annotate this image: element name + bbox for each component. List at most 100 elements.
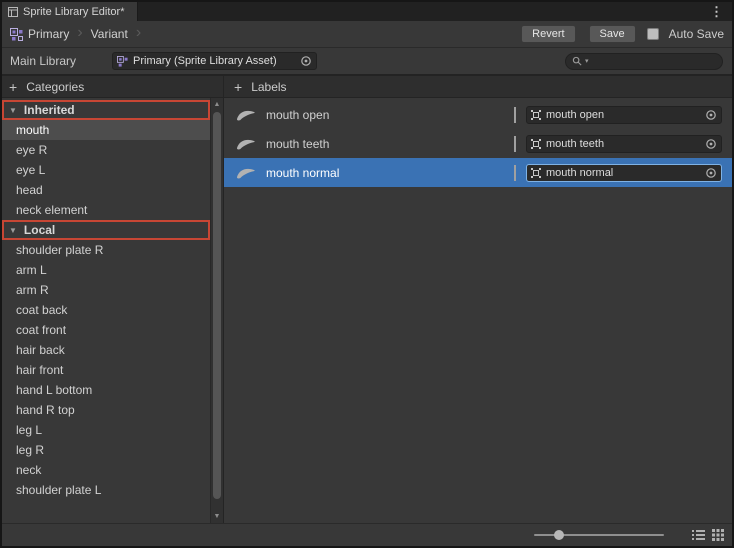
grid-view-icon-button[interactable] xyxy=(712,529,724,541)
category-label: neck element xyxy=(16,203,87,217)
sprite-object-field[interactable]: mouth normal xyxy=(526,164,722,182)
category-foldout-local[interactable]: ▼ Local xyxy=(2,220,210,240)
sprite-object-field[interactable]: mouth teeth xyxy=(526,135,722,153)
category-label: hair back xyxy=(16,343,65,357)
add-label-button[interactable]: + xyxy=(234,80,242,94)
drag-handle[interactable] xyxy=(514,136,516,152)
revert-button[interactable]: Revert xyxy=(521,25,575,43)
window-menu-button[interactable]: ⋮ xyxy=(701,2,732,21)
category-item-coat-front[interactable]: coat front xyxy=(2,320,210,340)
category-item-neck[interactable]: neck xyxy=(2,460,210,480)
category-item-arm-r[interactable]: arm R xyxy=(2,280,210,300)
sprite-library-icon xyxy=(10,28,23,41)
breadcrumb-separator-icon: › xyxy=(77,25,82,41)
sprite-library-editor-window: Sprite Library Editor* ⋮ Primary › Varia… xyxy=(0,0,734,548)
panel-headers: + Categories + Labels xyxy=(2,76,732,98)
category-label: eye L xyxy=(16,163,45,177)
drag-handle[interactable] xyxy=(514,165,516,181)
editor-content: ▼ Inherited mouth eye R eye L head neck … xyxy=(2,98,732,523)
save-button[interactable]: Save xyxy=(589,25,636,43)
labels-header-title: Labels xyxy=(251,80,286,94)
category-label: mouth xyxy=(16,123,49,137)
object-picker-icon[interactable] xyxy=(705,138,717,150)
labels-header: + Labels xyxy=(224,76,732,97)
list-view-icon-button[interactable] xyxy=(692,529,705,541)
object-picker-icon[interactable] xyxy=(705,109,717,121)
tab-strip: Sprite Library Editor* ⋮ xyxy=(2,2,732,21)
search-icon xyxy=(572,56,583,67)
category-label: coat back xyxy=(16,303,67,317)
mouth-sprite-thumbnail xyxy=(236,108,258,122)
thumbnail-size-slider[interactable] xyxy=(534,529,664,541)
category-foldout-inherited[interactable]: ▼ Inherited xyxy=(2,100,210,120)
scroll-up-icon[interactable]: ▲ xyxy=(214,101,221,108)
scrollbar-thumb[interactable] xyxy=(213,112,221,499)
category-item-hand-l-bottom[interactable]: hand L bottom xyxy=(2,380,210,400)
foldout-arrow-icon[interactable]: ▼ xyxy=(9,226,17,235)
sprite-icon xyxy=(531,110,541,120)
category-item-mouth[interactable]: mouth xyxy=(2,120,210,140)
category-label: hair front xyxy=(16,363,63,377)
category-label: leg L xyxy=(16,423,42,437)
category-item-eye-l[interactable]: eye L xyxy=(2,160,210,180)
search-dropdown-caret-icon[interactable]: ▾ xyxy=(585,57,589,65)
main-library-label: Main Library xyxy=(10,54,112,68)
breadcrumb-variant[interactable]: Variant xyxy=(91,27,128,41)
category-label: head xyxy=(16,183,43,197)
category-item-leg-r[interactable]: leg R xyxy=(2,440,210,460)
main-library-object-name: Primary (Sprite Library Asset) xyxy=(133,55,277,67)
foldout-arrow-icon[interactable]: ▼ xyxy=(9,106,17,115)
category-item-hair-front[interactable]: hair front xyxy=(2,360,210,380)
category-label: shoulder plate L xyxy=(16,483,101,497)
auto-save-checkbox[interactable] xyxy=(647,28,659,40)
category-label: arm R xyxy=(16,283,49,297)
category-item-shoulder-plate-r[interactable]: shoulder plate R xyxy=(2,240,210,260)
breadcrumb-separator-icon: › xyxy=(136,25,141,41)
categories-panel: ▼ Inherited mouth eye R eye L head neck … xyxy=(2,98,224,523)
label-row-mouth-teeth[interactable]: mouth teeth mouth teeth xyxy=(224,129,732,158)
window-icon xyxy=(8,7,18,17)
sprite-object-name: mouth normal xyxy=(546,167,613,179)
breadcrumb-toolbar: Primary › Variant › Revert Save Auto Sav… xyxy=(2,21,732,48)
category-label: shoulder plate R xyxy=(16,243,103,257)
label-row-mouth-open[interactable]: mouth open mouth open xyxy=(224,100,732,129)
category-label: hand R top xyxy=(16,403,75,417)
category-item-leg-l[interactable]: leg L xyxy=(2,420,210,440)
category-label: leg R xyxy=(16,443,44,457)
category-label: coat front xyxy=(16,323,66,337)
category-item-coat-back[interactable]: coat back xyxy=(2,300,210,320)
mouth-sprite-thumbnail xyxy=(236,137,258,151)
category-item-shoulder-plate-l[interactable]: shoulder plate L xyxy=(2,480,210,500)
main-library-row: Main Library Primary (Sprite Library Ass… xyxy=(2,48,732,76)
object-picker-icon[interactable] xyxy=(300,55,312,67)
tab-sprite-library-editor[interactable]: Sprite Library Editor* xyxy=(2,2,138,21)
sprite-object-name: mouth open xyxy=(546,109,604,121)
category-label: arm L xyxy=(16,263,47,277)
category-item-arm-l[interactable]: arm L xyxy=(2,260,210,280)
object-picker-icon[interactable] xyxy=(705,167,717,179)
category-item-eye-r[interactable]: eye R xyxy=(2,140,210,160)
tab-title: Sprite Library Editor* xyxy=(23,6,125,18)
category-item-hair-back[interactable]: hair back xyxy=(2,340,210,360)
category-item-head[interactable]: head xyxy=(2,180,210,200)
breadcrumb-primary[interactable]: Primary xyxy=(28,27,69,41)
bottom-bar xyxy=(2,523,732,546)
main-library-object-field[interactable]: Primary (Sprite Library Asset) xyxy=(112,52,317,70)
categories-scrollbar[interactable]: ▲ ▼ xyxy=(210,98,223,523)
search-field[interactable]: ▾ xyxy=(565,53,723,70)
sprite-library-asset-icon xyxy=(117,56,128,67)
category-item-hand-r-top[interactable]: hand R top xyxy=(2,400,210,420)
drag-handle[interactable] xyxy=(514,107,516,123)
mouth-sprite-thumbnail xyxy=(236,166,258,180)
category-label: Local xyxy=(24,223,55,237)
slider-handle[interactable] xyxy=(554,530,564,540)
label-row-mouth-normal[interactable]: mouth normal mouth normal xyxy=(224,158,732,187)
search-input[interactable] xyxy=(591,55,716,67)
sprite-object-field[interactable]: mouth open xyxy=(526,106,722,124)
categories-list: ▼ Inherited mouth eye R eye L head neck … xyxy=(2,98,210,523)
add-category-button[interactable]: + xyxy=(9,80,17,94)
sprite-object-name: mouth teeth xyxy=(546,138,604,150)
categories-header: + Categories xyxy=(2,76,224,97)
scroll-down-icon[interactable]: ▼ xyxy=(214,513,221,520)
category-item-neck-element[interactable]: neck element xyxy=(2,200,210,220)
